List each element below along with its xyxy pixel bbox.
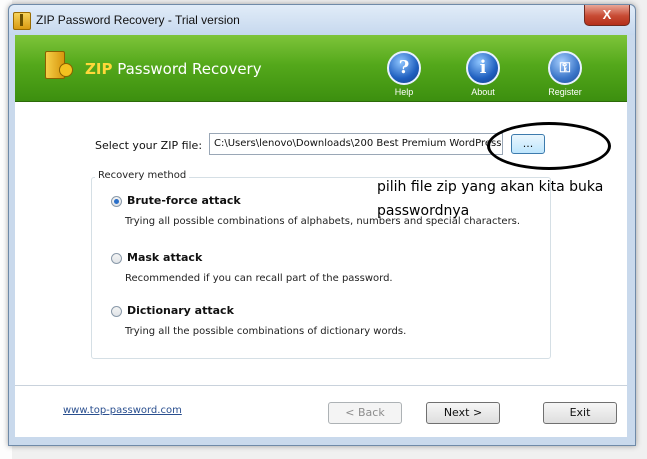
recovery-method-legend: Recovery method	[95, 170, 190, 181]
brute-force-radio[interactable]	[111, 196, 122, 207]
title-bar: ZIP Password Recovery - Trial version X	[9, 5, 635, 35]
footer-separator	[15, 385, 627, 386]
select-zip-label: Select your ZIP file:	[95, 139, 203, 152]
dictionary-attack-title[interactable]: Dictionary attack	[127, 304, 234, 317]
client-area: ZIP Password Recovery ? Help i About ⚿ R…	[15, 35, 627, 437]
about-label: About	[471, 87, 495, 97]
close-button[interactable]: X	[584, 5, 630, 26]
annotation-text: pilih file zip yang akan kita buka passw…	[377, 179, 604, 219]
zip-file-path-input[interactable]: C:\Users\lenovo\Downloads\200 Best Premi…	[209, 133, 503, 155]
register-button[interactable]: ⚿ Register	[540, 51, 590, 97]
annotation-circle	[487, 122, 611, 170]
back-button[interactable]: < Back	[328, 402, 402, 424]
mask-attack-description: Recommended if you can recall part of th…	[125, 273, 393, 284]
next-button[interactable]: Next >	[426, 402, 500, 424]
brute-force-title[interactable]: Brute-force attack	[127, 194, 241, 207]
window-title: ZIP Password Recovery - Trial version	[36, 13, 240, 27]
mask-attack-title[interactable]: Mask attack	[127, 251, 202, 264]
key-icon	[59, 63, 73, 77]
help-label: Help	[394, 87, 414, 97]
mask-attack-radio[interactable]	[111, 253, 122, 264]
zip-app-icon	[13, 12, 31, 30]
help-icon: ?	[387, 51, 421, 85]
dictionary-attack-radio[interactable]	[111, 306, 122, 317]
app-window: ZIP Password Recovery - Trial version X …	[8, 4, 636, 446]
info-icon: i	[466, 51, 500, 85]
website-link[interactable]: www.top-password.com	[63, 405, 182, 416]
register-key-icon: ⚿	[548, 51, 582, 85]
exit-button[interactable]: Exit	[543, 402, 617, 424]
banner-title: ZIP Password Recovery	[85, 60, 262, 78]
register-label: Register	[548, 87, 582, 97]
dictionary-attack-description: Trying all the possible combinations of …	[125, 326, 407, 337]
header-banner: ZIP Password Recovery ? Help i About ⚿ R…	[15, 35, 627, 102]
help-button[interactable]: ? Help	[379, 51, 429, 97]
about-button[interactable]: i About	[458, 51, 508, 97]
